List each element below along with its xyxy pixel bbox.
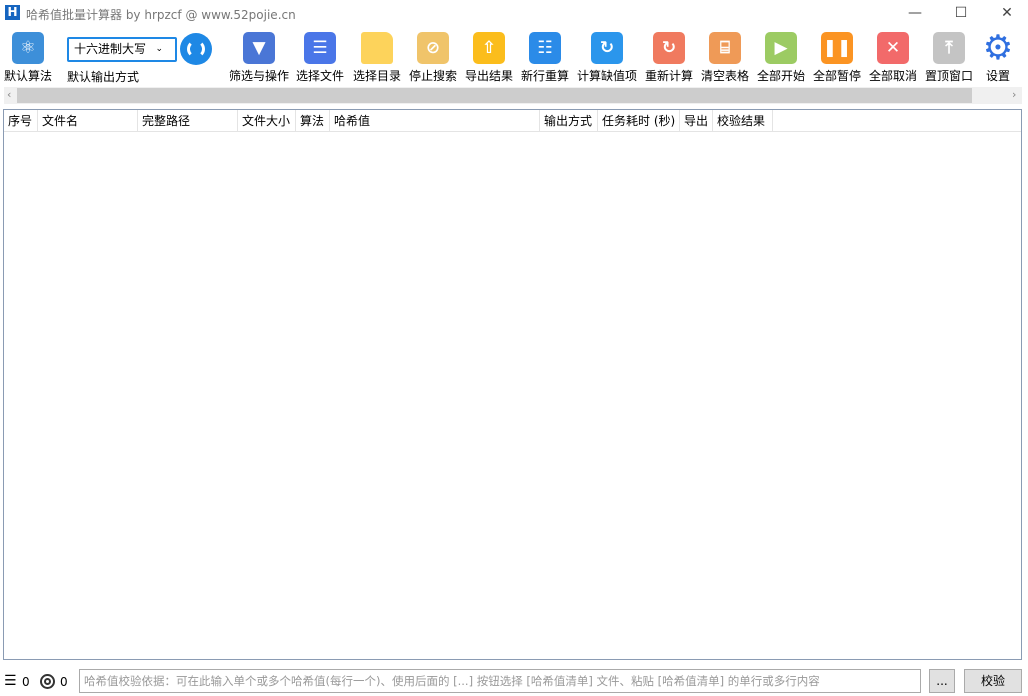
scroll-right-icon[interactable]: › [1012,88,1016,101]
column-header[interactable]: 算法 [296,110,330,131]
column-header[interactable]: 输出方式 [540,110,598,131]
hash-verify-input[interactable]: 哈希值校验依据：可在此输入单个或多个哈希值(每行一个)、使用后面的 [...] … [79,669,921,693]
list-icon: ☰ [4,673,17,689]
output-format-select[interactable]: 十六进制大写 ⌄ [67,37,177,62]
column-header[interactable]: 序号 [4,110,38,131]
atom-icon: ⚛ [12,32,44,64]
redo-icon: ↻ [653,32,685,64]
button-label: 设置 [985,69,1010,83]
recalc-button[interactable]: ↻ 计算缺值项 [577,32,637,84]
minimize-button[interactable]: — [892,2,938,24]
table-header: 序号 文件名 完整路径 文件大小 算法 哈希值 输出方式 任务耗时 (秒) 导出 校验结果 [4,110,1021,132]
folder-icon [361,32,393,64]
column-header[interactable]: 哈希值 [330,110,540,131]
target-icon [40,674,55,689]
stop-icon: ⊘ [417,32,449,64]
column-header[interactable]: 任务耗时 (秒) [598,110,680,131]
column-header[interactable]: 导出 [680,110,713,131]
export-icon: ⇧ [473,32,505,64]
column-header[interactable]: 文件大小 [238,110,296,131]
pin-top-icon: ⤒ [933,32,965,64]
scroll-left-icon[interactable]: ‹ [7,88,11,101]
filter-icon: ▼ [243,32,275,64]
verify-button[interactable]: 校验 [964,669,1022,693]
pause-icon: ❚❚ [821,32,853,64]
column-header[interactable]: 完整路径 [138,110,238,131]
scrollbar-thumb[interactable] [17,88,972,103]
recalc-icon: ↻ [591,32,623,64]
close-button[interactable]: ✕ [984,2,1028,24]
document-button[interactable]: ☷ 新行重算 [517,32,573,84]
basket-icon: ⌸ [709,32,741,64]
total-count: 0 [22,675,30,689]
file-icon: ☰ [304,32,336,64]
column-header[interactable]: 文件名 [38,110,138,131]
filter-button[interactable]: ▼ 筛选与操作 [229,32,289,84]
chevron-down-icon: ⌄ [155,44,163,54]
play-icon: ▶ [765,32,797,64]
gear-button[interactable]: ⚙ 设置 [970,28,1026,84]
select-value: 十六进制大写 [74,42,147,56]
file-table[interactable]: 序号 文件名 完整路径 文件大小 算法 哈希值 输出方式 任务耗时 (秒) 导出 校验结果 [3,109,1022,660]
gear-icon: ⚙ [982,28,1014,68]
refresh-icon[interactable] [180,33,212,65]
document-icon: ☷ [529,32,561,64]
column-header[interactable]: 校验结果 [713,110,773,131]
cancel-icon: ✕ [877,32,909,64]
button-label: 默认算法 [3,69,52,83]
browse-button[interactable]: ... [929,669,955,693]
output-format-label: 默认输出方式 [67,70,140,84]
default-algorithm-button[interactable]: ⚛ 默认算法 [0,32,56,84]
window-title: 哈希值批量计算器 by hrpzcf @ www.52pojie.cn [26,8,296,22]
checked-count: 0 [60,675,68,689]
app-logo: H [5,5,20,20]
maximize-button[interactable]: ☐ [938,2,984,24]
